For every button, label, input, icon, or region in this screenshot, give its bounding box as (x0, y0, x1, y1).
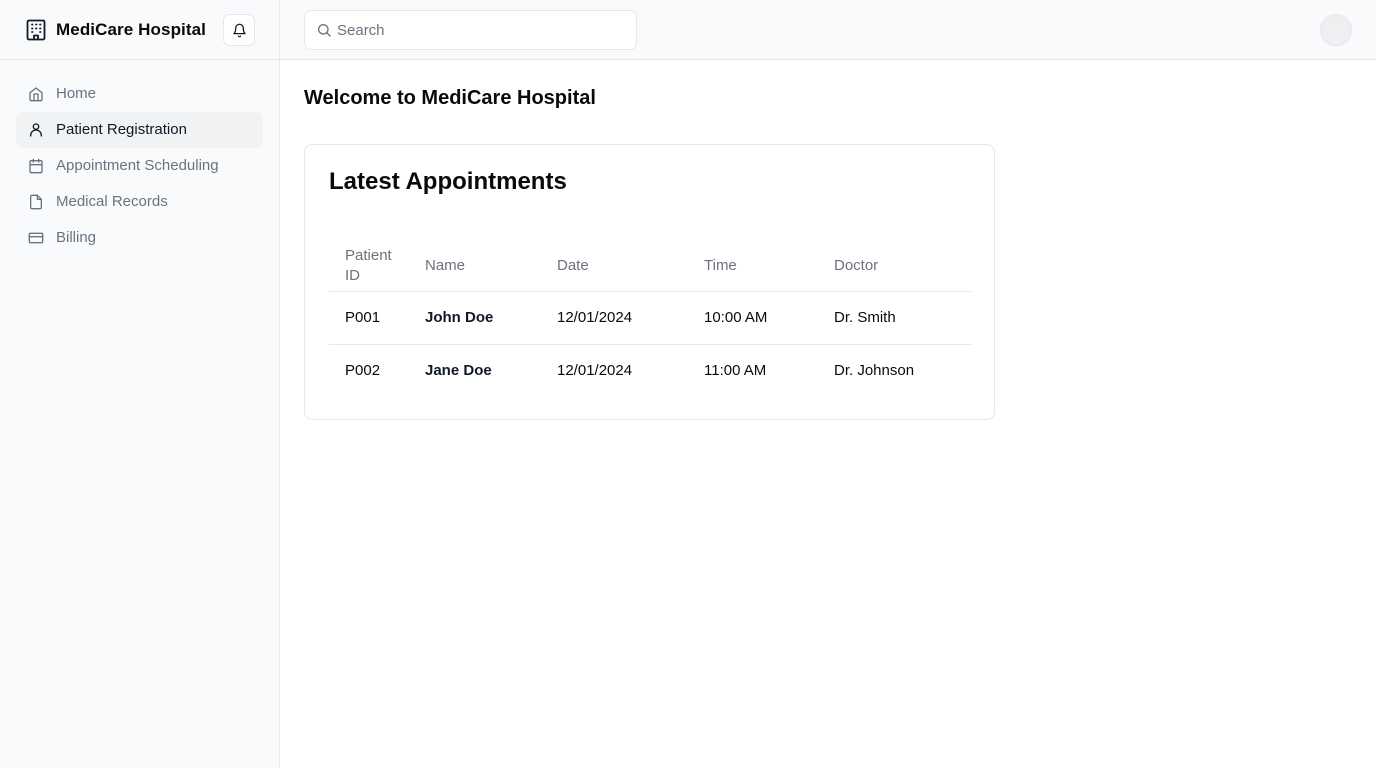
cell-doctor: Dr. Smith (818, 291, 971, 345)
cell-patient-id: P001 (329, 291, 409, 345)
sidebar-item-billing[interactable]: Billing (16, 220, 263, 256)
column-header-doctor: Doctor (818, 241, 971, 292)
cell-date: 12/01/2024 (541, 291, 688, 345)
column-header-name: Name (409, 241, 541, 292)
search-input[interactable] (337, 12, 627, 48)
sidebar-item-patient-registration[interactable]: Patient Registration (16, 112, 263, 148)
file-icon (30, 194, 42, 210)
table-header-row: Patient ID Name Date Time Doctor (329, 241, 971, 292)
appointments-table: Patient ID Name Date Time Doctor P001 Jo… (329, 241, 971, 397)
page-title: Welcome to MediCare Hospital (304, 87, 596, 109)
sidebar: MediCare Hospital Home Patient Registrat… (0, 0, 280, 768)
sidebar-item-label: Appointment Scheduling (56, 157, 219, 174)
calendar-icon (29, 158, 43, 174)
bell-icon (232, 23, 246, 37)
notifications-button[interactable] (223, 14, 255, 46)
column-header-patient-id: Patient ID (329, 241, 409, 292)
sidebar-item-label: Billing (56, 229, 97, 246)
sidebar-nav: Home Patient Registration Appointment Sc… (16, 76, 263, 256)
latest-appointments-card: Latest Appointments Patient ID Name Date… (304, 144, 995, 420)
cell-doctor: Dr. Johnson (834, 362, 915, 380)
cell-date: 12/01/2024 (557, 362, 633, 380)
cell-patient-id: P002 (345, 362, 381, 380)
sidebar-item-label: Home (56, 85, 97, 102)
credit-card-icon (28, 232, 44, 244)
column-header-time: Time (688, 241, 818, 292)
table-row[interactable]: P001 John Doe 12/01/2024 10:00 AM Dr. Sm… (329, 291, 971, 345)
search-icon (318, 24, 331, 37)
sidebar-item-medical-records[interactable]: Medical Records (16, 184, 263, 220)
avatar[interactable] (1320, 14, 1352, 46)
table-row[interactable]: P002 Jane Doe 12/01/2024 11:00 AM Dr. Jo… (329, 344, 971, 397)
sidebar-item-home[interactable]: Home (16, 76, 263, 112)
app-title: MediCare Hospital (56, 20, 207, 39)
brand-header: MediCare Hospital (0, 0, 279, 60)
top-bar (280, 0, 1376, 60)
cell-name: Jane Doe (425, 362, 492, 380)
cell-name: John Doe (409, 291, 541, 345)
home-icon (29, 87, 43, 102)
user-icon (30, 123, 42, 137)
sidebar-item-appointment-scheduling[interactable]: Appointment Scheduling (16, 148, 263, 184)
search-box[interactable] (304, 10, 637, 50)
card-title: Latest Appointments (329, 168, 567, 195)
column-header-date: Date (541, 241, 688, 292)
cell-time: 11:00 AM (704, 362, 767, 380)
sidebar-item-label: Patient Registration (56, 121, 187, 138)
cell-time: 10:00 AM (688, 291, 818, 345)
hospital-building-icon (26, 19, 46, 41)
sidebar-item-label: Medical Records (56, 193, 168, 210)
